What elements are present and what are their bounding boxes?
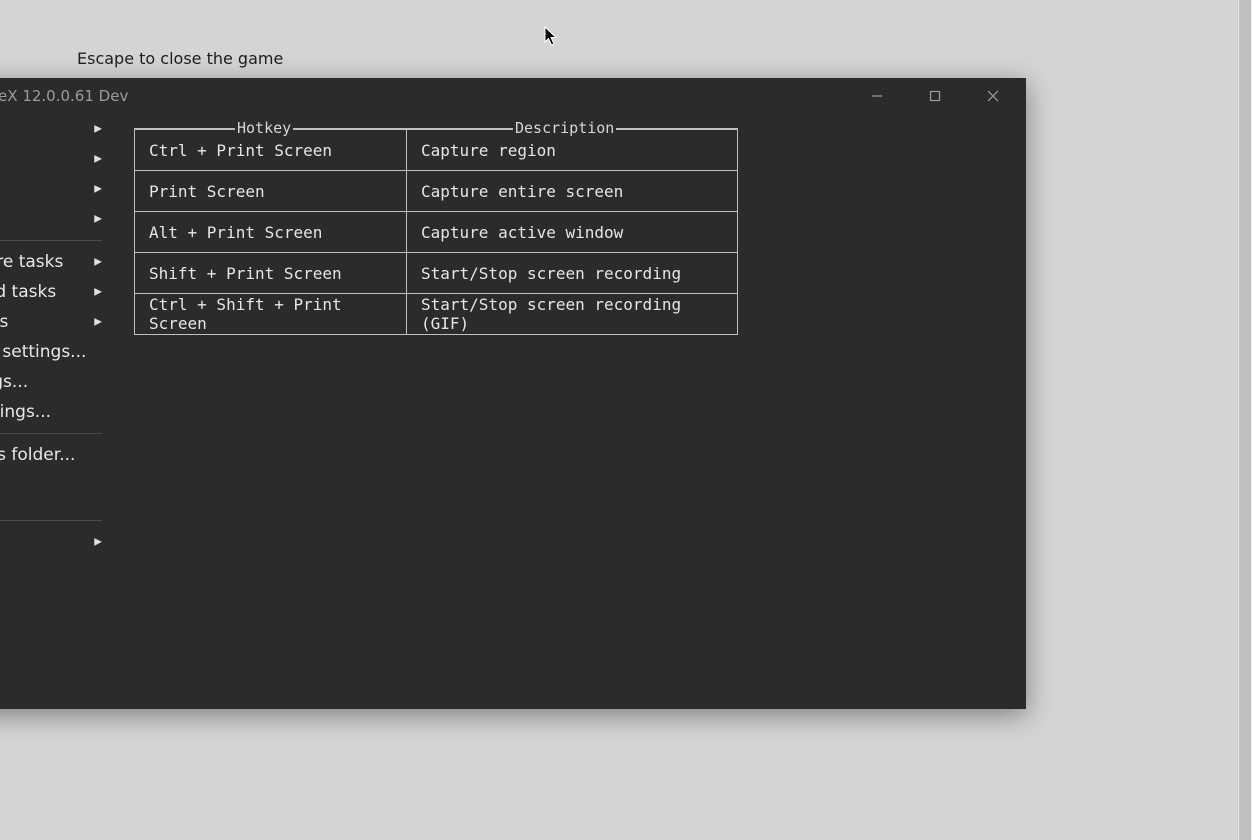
minimize-button[interactable] — [848, 78, 906, 114]
sidebar-item-label: After upload tasks — [0, 282, 56, 302]
hotkey-row[interactable]: Print Screen Capture entire screen — [135, 170, 737, 211]
hotkey-row[interactable]: Ctrl + Shift + Print Screen Start/Stop s… — [135, 293, 737, 334]
close-button[interactable] — [964, 78, 1022, 114]
sidebar-separator — [0, 520, 102, 521]
hotkey-desc: Capture active window — [407, 212, 737, 252]
maximize-button[interactable] — [906, 78, 964, 114]
scrollbar-thumb[interactable] — [1239, 0, 1251, 840]
sidebar-item-debug[interactable]: Debug ▶ — [0, 527, 110, 557]
chevron-right-icon: ▶ — [94, 154, 102, 165]
window-controls — [848, 78, 1022, 114]
chevron-right-icon: ▶ — [94, 184, 102, 195]
hotkey-row[interactable]: Alt + Print Screen Capture active window — [135, 211, 737, 252]
sidebar-item-after-capture[interactable]: After capture tasks ▶ — [0, 247, 110, 277]
chevron-right-icon: ▶ — [94, 537, 102, 548]
sidebar-item-about[interactable]: About... — [0, 601, 110, 631]
sidebar-item-task-settings[interactable]: Task settings... — [0, 367, 110, 397]
hotkey-table: Hotkey Description Ctrl + Print Screen C… — [134, 128, 738, 335]
sidebar-item-history[interactable]: History... — [0, 484, 110, 514]
sidebar-separator — [0, 433, 102, 434]
sidebar-item-label: Application settings... — [0, 342, 86, 362]
main-content: Hotkey Description Ctrl + Print Screen C… — [134, 128, 1006, 335]
chevron-right-icon: ▶ — [94, 257, 102, 268]
sidebar-item-upload[interactable]: Upload ▶ — [0, 144, 110, 174]
sidebar-item-workflows[interactable]: Workflows ▶ — [0, 174, 110, 204]
hotkey-key: Shift + Print Screen — [135, 253, 407, 293]
titlebar[interactable]: ShareX 12.0.0.61 Dev — [0, 78, 1026, 114]
hotkey-row[interactable]: Shift + Print Screen Start/Stop screen r… — [135, 252, 737, 293]
hotkey-desc: Start/Stop screen recording — [407, 253, 737, 293]
window-title: ShareX 12.0.0.61 Dev — [0, 87, 128, 105]
hotkey-desc: Capture entire screen — [407, 171, 737, 211]
hotkey-desc: Start/Stop screen recording (GIF) — [407, 294, 737, 334]
sidebar: Capture ▶ Upload ▶ Workflows ▶ Tools ▶ A… — [0, 114, 110, 709]
sidebar-separator — [0, 240, 102, 241]
chevron-right-icon: ▶ — [94, 214, 102, 225]
hotkey-key: Ctrl + Shift + Print Screen — [135, 294, 407, 334]
sidebar-item-tools[interactable]: Tools ▶ — [0, 204, 110, 234]
sidebar-item-destinations[interactable]: Destinations ▶ — [0, 307, 110, 337]
chevron-right-icon: ▶ — [94, 317, 102, 328]
sidebar-item-screenshots-folder[interactable]: Screenshots folder... — [0, 440, 110, 470]
chevron-right-icon: ▶ — [94, 287, 102, 298]
sidebar-item-capture[interactable]: Capture ▶ — [0, 114, 110, 144]
sharex-window: ShareX 12.0.0.61 Dev Capture ▶ Upload ▶ … — [0, 78, 1026, 709]
hotkey-key: Alt + Print Screen — [135, 212, 407, 252]
sidebar-item-label: After capture tasks — [0, 252, 63, 272]
hotkey-row[interactable]: Ctrl + Print Screen Capture region — [135, 129, 737, 170]
sidebar-item-donate[interactable]: Donate... — [0, 557, 110, 587]
sidebar-item-hotkey-settings[interactable]: Hotkey settings... — [0, 397, 110, 427]
sidebar-item-label: Hotkey settings... — [0, 402, 51, 422]
chevron-right-icon: ▶ — [94, 124, 102, 135]
sidebar-item-label: Destinations — [0, 312, 8, 332]
hotkey-header-key: Hotkey — [235, 119, 293, 137]
sidebar-item-label: Task settings... — [0, 372, 28, 392]
game-hint-text: Escape to close the game — [77, 49, 283, 68]
hotkey-key: Print Screen — [135, 171, 407, 211]
page-scrollbar[interactable] — [1237, 0, 1252, 840]
sidebar-item-after-upload[interactable]: After upload tasks ▶ — [0, 277, 110, 307]
sidebar-item-label: Screenshots folder... — [0, 445, 75, 465]
hotkey-header-desc: Description — [513, 119, 616, 137]
sidebar-item-app-settings[interactable]: Application settings... — [0, 337, 110, 367]
